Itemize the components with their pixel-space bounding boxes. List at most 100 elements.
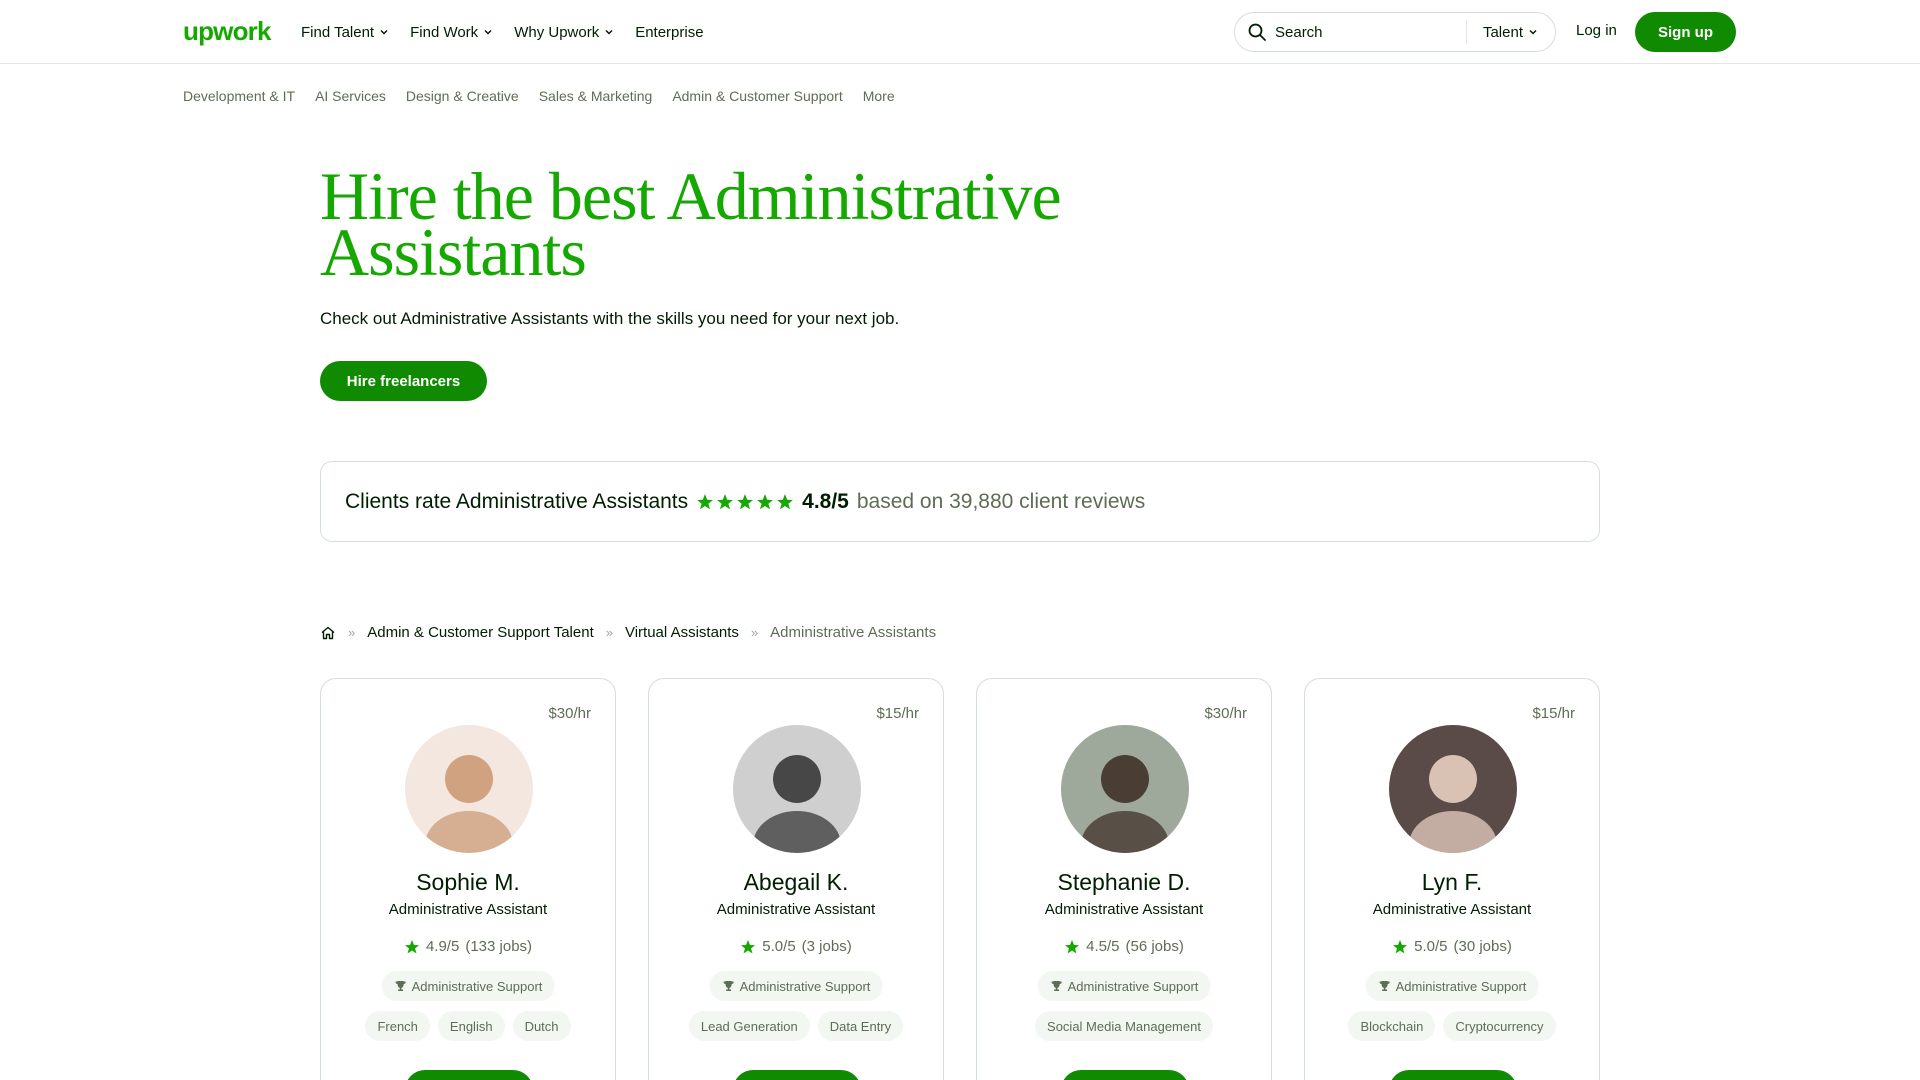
skill-tags: Blockchain Cryptocurrency <box>1305 1011 1599 1041</box>
category-admin-support[interactable]: Admin & Customer Support <box>672 88 842 104</box>
view-profile-button[interactable] <box>1061 1070 1189 1080</box>
search-icon <box>1248 23 1266 41</box>
star-icon <box>741 939 756 953</box>
avatar[interactable] <box>1389 725 1517 853</box>
rating-value: 4.5/5 <box>1086 938 1120 955</box>
skill-tag[interactable]: Lead Generation <box>688 1011 810 1041</box>
nav-find-talent-label: Find Talent <box>301 23 375 41</box>
rating-value: 5.0/5 <box>1414 938 1448 955</box>
star-icon <box>1065 939 1080 953</box>
category-badge: Administrative Support <box>1037 971 1211 1001</box>
breadcrumb-separator: » <box>348 625 356 640</box>
home-icon[interactable] <box>320 625 336 641</box>
freelancer-name[interactable]: Sophie M. <box>321 869 615 896</box>
avatar[interactable] <box>405 725 533 853</box>
freelancer-role: Administrative Assistant <box>716 901 876 918</box>
breadcrumb-current: Administrative Assistants <box>770 624 937 641</box>
search-scope-label: Talent <box>1482 23 1523 41</box>
badge-label: Administrative Support <box>411 978 543 994</box>
job-count: (3 jobs) <box>801 938 852 955</box>
page-title-line2: Assistants <box>320 214 587 290</box>
star-icon <box>1393 939 1408 953</box>
avatar-image <box>1061 725 1189 853</box>
view-profile-button[interactable] <box>733 1070 861 1080</box>
category-sales-marketing[interactable]: Sales & Marketing <box>539 88 653 104</box>
rating-value: 5.0/5 <box>762 938 796 955</box>
nav-find-talent[interactable]: Find Talent <box>301 24 390 41</box>
rating-score: 4.8/5 <box>802 489 849 513</box>
rating-review-count: based on 39,880 client reviews <box>856 489 1146 513</box>
skill-tag[interactable]: French <box>365 1011 430 1041</box>
hourly-rate: $30/hr <box>1204 705 1247 722</box>
skill-tag[interactable]: Blockchain <box>1348 1011 1436 1041</box>
category-badge: Administrative Support <box>381 971 555 1001</box>
hourly-rate: $15/hr <box>1532 705 1575 722</box>
nav-why-upwork[interactable]: Why Upwork <box>514 24 615 41</box>
skill-tag[interactable]: Dutch <box>512 1011 571 1041</box>
breadcrumb-virtual-assistants[interactable]: Virtual Assistants <box>625 624 739 641</box>
freelancer-role: Administrative Assistant <box>1372 901 1532 918</box>
job-count: (30 jobs) <box>1453 938 1512 955</box>
avatar[interactable] <box>733 725 861 853</box>
nav-why-upwork-label: Why Upwork <box>514 23 600 41</box>
badge-label: Administrative Support <box>1395 978 1527 994</box>
rating-stars <box>696 493 794 511</box>
breadcrumb-separator: » <box>750 625 759 640</box>
hourly-rate: $15/hr <box>876 705 919 722</box>
freelancer-card[interactable]: $30/hr Stephanie D. Administrative Assista… <box>976 678 1272 1080</box>
freelancer-name[interactable]: Lyn F. <box>1305 869 1599 896</box>
skill-tags: Lead Generation Data Entry <box>649 1011 943 1041</box>
trophy-icon <box>1051 981 1062 991</box>
freelancer-rating: 4.5/5 (56 jobs) <box>977 938 1271 955</box>
category-badge: Administrative Support <box>709 971 883 1001</box>
view-profile-button[interactable] <box>1389 1070 1517 1080</box>
nav-enterprise-label: Enterprise <box>635 23 704 41</box>
freelancer-rating: 4.9/5 (133 jobs) <box>321 938 615 955</box>
rating-value: 4.9/5 <box>425 938 460 955</box>
category-ai-services[interactable]: AI Services <box>315 88 386 104</box>
freelancer-card[interactable]: $15/hr Lyn F. Administrative Assistant 5.0/… <box>1304 678 1600 1080</box>
freelancer-card[interactable]: $30/hr Sophie M. Administrative Assistant 4… <box>320 678 616 1080</box>
login-link[interactable]: Log in <box>1576 22 1617 39</box>
search-bar[interactable]: Search Talent <box>1234 12 1556 52</box>
job-count: (56 jobs) <box>1125 938 1184 955</box>
star-icon <box>404 939 419 953</box>
category-more[interactable]: More <box>863 88 895 104</box>
freelancer-role: Administrative Assistant <box>1044 901 1204 918</box>
freelancer-card[interactable]: $15/hr Abegail K. Administrative Assistant… <box>648 678 944 1080</box>
hire-freelancers-button[interactable]: Hire freelancers <box>320 361 487 401</box>
category-design-creative[interactable]: Design & Creative <box>406 88 519 104</box>
skill-tag[interactable]: English <box>437 1011 505 1041</box>
badge-label: Administrative Support <box>739 978 871 994</box>
view-profile-button[interactable] <box>405 1070 533 1080</box>
freelancer-name[interactable]: Stephanie D. <box>977 869 1271 896</box>
skill-tags: Social Media Management <box>977 1011 1271 1041</box>
star-icon <box>757 493 774 509</box>
client-rating-summary: Clients rate Administrative Assistants 4… <box>320 461 1600 542</box>
search-input[interactable]: Search <box>1275 24 1466 41</box>
upwork-logo[interactable]: upwork <box>183 14 271 48</box>
star-icon <box>697 493 714 509</box>
category-development-it[interactable]: Development & IT <box>183 88 295 104</box>
page-title: Hire the best Administrative Assistants <box>320 162 1220 286</box>
breadcrumb: » Admin & Customer Support Talent » Virt… <box>320 624 936 641</box>
skill-tag[interactable]: Social Media Management <box>1035 1011 1213 1041</box>
avatar[interactable] <box>1061 725 1189 853</box>
skill-tags: French English Dutch <box>321 1011 615 1041</box>
nav-find-work[interactable]: Find Work <box>410 24 494 41</box>
search-scope-select[interactable]: Talent <box>1467 24 1555 41</box>
skill-tag[interactable]: Data Entry <box>817 1011 904 1041</box>
freelancer-role: Administrative Assistant <box>388 901 548 918</box>
signup-button[interactable]: Sign up <box>1635 12 1736 52</box>
nav-enterprise[interactable]: Enterprise <box>635 24 703 41</box>
hourly-rate: $30/hr <box>548 705 591 722</box>
skill-tag[interactable]: Cryptocurrency <box>1443 1011 1556 1041</box>
chevron-down-icon <box>1529 29 1537 35</box>
breadcrumb-admin-support[interactable]: Admin & Customer Support Talent <box>367 624 594 641</box>
breadcrumb-separator: » <box>605 625 613 640</box>
top-header: upwork Find Talent Find Work Why Upwork … <box>0 0 1920 64</box>
chevron-down-icon <box>484 29 492 35</box>
trophy-icon <box>723 981 734 991</box>
freelancer-rating: 5.0/5 (30 jobs) <box>1305 938 1599 955</box>
freelancer-name[interactable]: Abegail K. <box>649 869 943 896</box>
